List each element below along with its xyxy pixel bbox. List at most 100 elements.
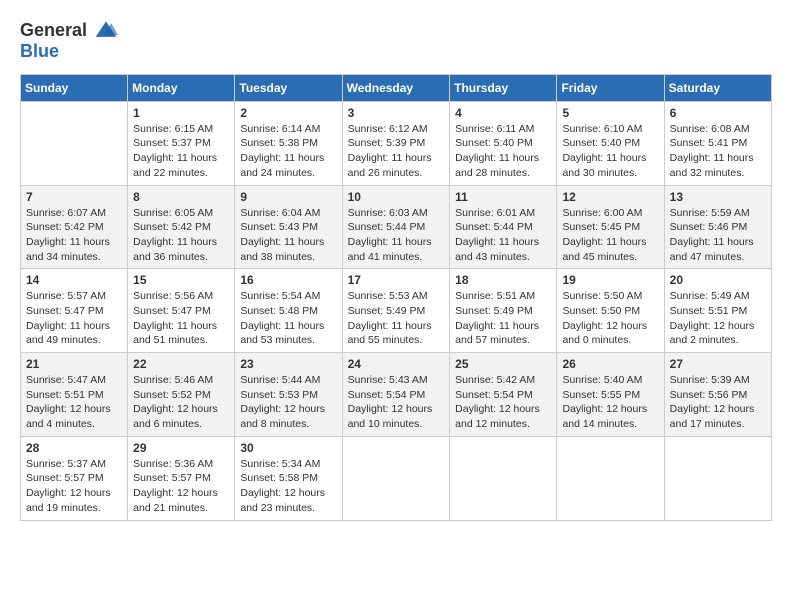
cell-details: Sunrise: 5:43 AM Sunset: 5:54 PM Dayligh…	[348, 373, 445, 432]
cell-details: Sunrise: 5:36 AM Sunset: 5:57 PM Dayligh…	[133, 457, 229, 516]
calendar-cell: 19 Sunrise: 5:50 AM Sunset: 5:50 PM Dayli…	[557, 269, 664, 353]
cell-details: Sunrise: 6:08 AM Sunset: 5:41 PM Dayligh…	[670, 122, 766, 181]
cell-details: Sunrise: 6:15 AM Sunset: 5:37 PM Dayligh…	[133, 122, 229, 181]
day-number: 14	[26, 273, 122, 287]
cell-details: Sunrise: 6:11 AM Sunset: 5:40 PM Dayligh…	[455, 122, 551, 181]
cell-details: Sunrise: 5:46 AM Sunset: 5:52 PM Dayligh…	[133, 373, 229, 432]
day-number: 26	[562, 357, 658, 371]
day-header-monday: Monday	[128, 74, 235, 101]
cell-details: Sunrise: 5:59 AM Sunset: 5:46 PM Dayligh…	[670, 206, 766, 265]
cell-details: Sunrise: 5:57 AM Sunset: 5:47 PM Dayligh…	[26, 289, 122, 348]
cell-details: Sunrise: 6:14 AM Sunset: 5:38 PM Dayligh…	[240, 122, 336, 181]
calendar-cell	[664, 436, 771, 520]
cell-details: Sunrise: 5:40 AM Sunset: 5:55 PM Dayligh…	[562, 373, 658, 432]
cell-details: Sunrise: 5:37 AM Sunset: 5:57 PM Dayligh…	[26, 457, 122, 516]
calendar-cell: 14 Sunrise: 5:57 AM Sunset: 5:47 PM Dayli…	[21, 269, 128, 353]
calendar-cell: 8 Sunrise: 6:05 AM Sunset: 5:42 PM Daylig…	[128, 185, 235, 269]
calendar-cell: 3 Sunrise: 6:12 AM Sunset: 5:39 PM Daylig…	[342, 101, 450, 185]
day-number: 22	[133, 357, 229, 371]
calendar-cell: 18 Sunrise: 5:51 AM Sunset: 5:49 PM Dayli…	[450, 269, 557, 353]
day-header-sunday: Sunday	[21, 74, 128, 101]
calendar-cell: 2 Sunrise: 6:14 AM Sunset: 5:38 PM Daylig…	[235, 101, 342, 185]
day-number: 27	[670, 357, 766, 371]
logo: General Blue	[20, 20, 118, 62]
cell-details: Sunrise: 6:00 AM Sunset: 5:45 PM Dayligh…	[562, 206, 658, 265]
cell-details: Sunrise: 5:56 AM Sunset: 5:47 PM Dayligh…	[133, 289, 229, 348]
cell-details: Sunrise: 6:05 AM Sunset: 5:42 PM Dayligh…	[133, 206, 229, 265]
calendar-cell: 30 Sunrise: 5:34 AM Sunset: 5:58 PM Dayli…	[235, 436, 342, 520]
calendar-cell: 29 Sunrise: 5:36 AM Sunset: 5:57 PM Dayli…	[128, 436, 235, 520]
cell-details: Sunrise: 5:54 AM Sunset: 5:48 PM Dayligh…	[240, 289, 336, 348]
calendar-cell	[450, 436, 557, 520]
day-header-friday: Friday	[557, 74, 664, 101]
day-number: 1	[133, 106, 229, 120]
calendar-cell: 7 Sunrise: 6:07 AM Sunset: 5:42 PM Daylig…	[21, 185, 128, 269]
day-number: 18	[455, 273, 551, 287]
calendar-cell: 23 Sunrise: 5:44 AM Sunset: 5:53 PM Dayli…	[235, 353, 342, 437]
day-number: 21	[26, 357, 122, 371]
calendar-cell: 15 Sunrise: 5:56 AM Sunset: 5:47 PM Dayli…	[128, 269, 235, 353]
calendar-cell: 10 Sunrise: 6:03 AM Sunset: 5:44 PM Dayli…	[342, 185, 450, 269]
calendar-cell: 16 Sunrise: 5:54 AM Sunset: 5:48 PM Dayli…	[235, 269, 342, 353]
calendar-cell: 28Sunrise: 5:37 AM Sunset: 5:57 PM Dayli…	[21, 436, 128, 520]
day-number: 2	[240, 106, 336, 120]
day-number: 29	[133, 441, 229, 455]
day-number: 16	[240, 273, 336, 287]
cell-details: Sunrise: 6:10 AM Sunset: 5:40 PM Dayligh…	[562, 122, 658, 181]
day-number: 20	[670, 273, 766, 287]
calendar-cell: 6 Sunrise: 6:08 AM Sunset: 5:41 PM Daylig…	[664, 101, 771, 185]
cell-details: Sunrise: 5:39 AM Sunset: 5:56 PM Dayligh…	[670, 373, 766, 432]
calendar-cell: 9 Sunrise: 6:04 AM Sunset: 5:43 PM Daylig…	[235, 185, 342, 269]
day-number: 10	[348, 190, 445, 204]
cell-details: Sunrise: 6:03 AM Sunset: 5:44 PM Dayligh…	[348, 206, 445, 265]
day-number: 3	[348, 106, 445, 120]
cell-details: Sunrise: 5:47 AM Sunset: 5:51 PM Dayligh…	[26, 373, 122, 432]
day-number: 8	[133, 190, 229, 204]
cell-details: Sunrise: 5:50 AM Sunset: 5:50 PM Dayligh…	[562, 289, 658, 348]
day-number: 17	[348, 273, 445, 287]
cell-details: Sunrise: 5:51 AM Sunset: 5:49 PM Dayligh…	[455, 289, 551, 348]
calendar-cell: 22 Sunrise: 5:46 AM Sunset: 5:52 PM Dayli…	[128, 353, 235, 437]
day-number: 12	[562, 190, 658, 204]
cell-details: Sunrise: 5:49 AM Sunset: 5:51 PM Dayligh…	[670, 289, 766, 348]
cell-details: Sunrise: 6:07 AM Sunset: 5:42 PM Dayligh…	[26, 206, 122, 265]
calendar-cell: 25Sunrise: 5:42 AM Sunset: 5:54 PM Dayli…	[450, 353, 557, 437]
calendar-cell: 26 Sunrise: 5:40 AM Sunset: 5:55 PM Dayli…	[557, 353, 664, 437]
day-header-saturday: Saturday	[664, 74, 771, 101]
calendar-cell	[21, 101, 128, 185]
day-header-tuesday: Tuesday	[235, 74, 342, 101]
day-number: 19	[562, 273, 658, 287]
calendar-cell: 1 Sunrise: 6:15 AM Sunset: 5:37 PM Daylig…	[128, 101, 235, 185]
calendar-cell: 20 Sunrise: 5:49 AM Sunset: 5:51 PM Dayli…	[664, 269, 771, 353]
day-number: 30	[240, 441, 336, 455]
day-header-thursday: Thursday	[450, 74, 557, 101]
calendar-cell: 5 Sunrise: 6:10 AM Sunset: 5:40 PM Daylig…	[557, 101, 664, 185]
calendar-cell: 12 Sunrise: 6:00 AM Sunset: 5:45 PM Dayli…	[557, 185, 664, 269]
cell-details: Sunrise: 5:44 AM Sunset: 5:53 PM Dayligh…	[240, 373, 336, 432]
day-number: 7	[26, 190, 122, 204]
calendar-cell	[342, 436, 450, 520]
cell-details: Sunrise: 6:01 AM Sunset: 5:44 PM Dayligh…	[455, 206, 551, 265]
calendar-cell: 11 Sunrise: 6:01 AM Sunset: 5:44 PM Dayli…	[450, 185, 557, 269]
calendar-cell: 24 Sunrise: 5:43 AM Sunset: 5:54 PM Dayli…	[342, 353, 450, 437]
day-number: 13	[670, 190, 766, 204]
cell-details: Sunrise: 5:42 AM Sunset: 5:54 PM Dayligh…	[455, 373, 551, 432]
cell-details: Sunrise: 6:04 AM Sunset: 5:43 PM Dayligh…	[240, 206, 336, 265]
day-number: 9	[240, 190, 336, 204]
calendar-cell	[557, 436, 664, 520]
calendar-cell: 27 Sunrise: 5:39 AM Sunset: 5:56 PM Dayli…	[664, 353, 771, 437]
calendar-cell: 13 Sunrise: 5:59 AM Sunset: 5:46 PM Dayli…	[664, 185, 771, 269]
day-number: 24	[348, 357, 445, 371]
day-number: 11	[455, 190, 551, 204]
logo-blue: Blue	[20, 41, 59, 61]
logo-general: General	[20, 20, 87, 40]
day-number: 15	[133, 273, 229, 287]
day-number: 5	[562, 106, 658, 120]
cell-details: Sunrise: 5:34 AM Sunset: 5:58 PM Dayligh…	[240, 457, 336, 516]
calendar-table: SundayMondayTuesdayWednesdayThursdayFrid…	[20, 74, 772, 521]
calendar-cell: 17Sunrise: 5:53 AM Sunset: 5:49 PM Dayli…	[342, 269, 450, 353]
day-number: 6	[670, 106, 766, 120]
calendar-cell: 21 Sunrise: 5:47 AM Sunset: 5:51 PM Dayli…	[21, 353, 128, 437]
cell-details: Sunrise: 6:12 AM Sunset: 5:39 PM Dayligh…	[348, 122, 445, 181]
day-number: 23	[240, 357, 336, 371]
